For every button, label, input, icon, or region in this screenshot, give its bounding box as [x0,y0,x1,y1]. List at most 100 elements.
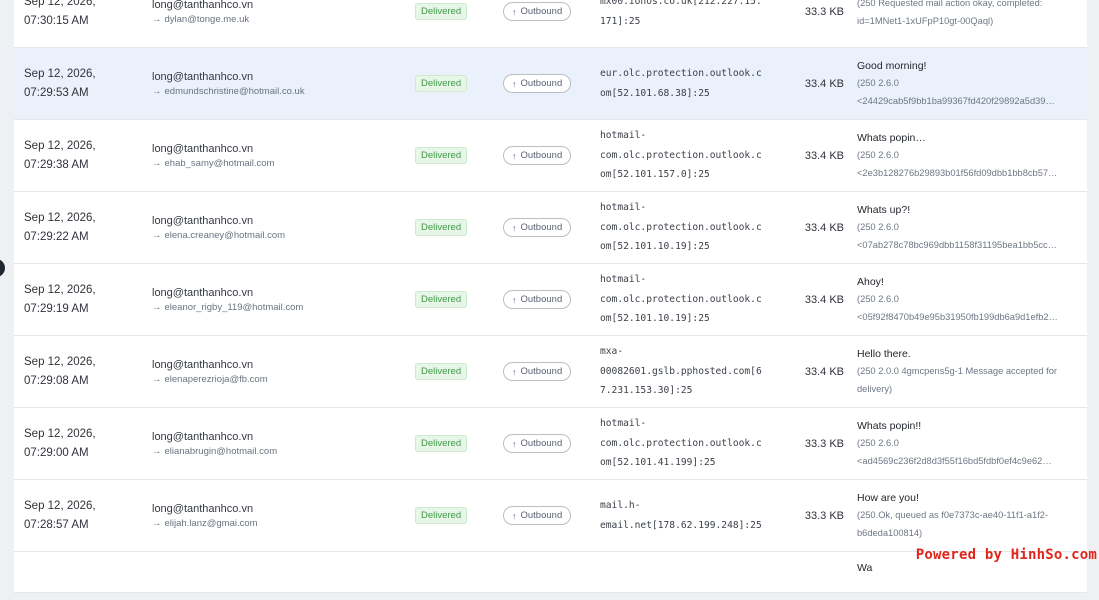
arrow-right-icon: → [152,301,162,313]
status-badge: Delivered [415,147,468,164]
smtp-response-line: (250 2.0.0 4gmcpens5g-1 Message accepted… [857,365,1058,376]
smtp-response-line: (250 2.6.0 [857,437,899,448]
sender-address: long@tanthanhco.vn [152,502,254,515]
date-line: Sep 12, 2026, [24,283,96,296]
table-row[interactable]: Sep 12, 2026, 07:29:53 AM long@tanthanhco… [14,48,1087,120]
message-subject: How are you! [857,491,919,504]
date-cell: Sep 12, 2026, 07:30:15 AM [24,0,142,47]
message-cell: Ahoy! (250 2.6.0 <05f92f8470b49e95b31950… [857,264,1079,335]
address-cell: long@tanthanhco.vn → edmundschristine@hot… [152,48,402,119]
mx-line: om[52.101.10.19]:25 [600,241,710,253]
address-cell: long@tanthanhco.vn → ehab_samy@hotmail.co… [152,120,402,191]
message-subject: Ahoy! [857,275,884,288]
table-row[interactable]: Sep 12, 2026, 07:29:22 AM long@tanthanhco… [14,192,1087,264]
arrow-right-icon: → [152,229,162,241]
mx-host-cell: eur.olc.protection.outlook.c om[52.101.68… [600,48,770,119]
direction-badge[interactable]: ↑ Outbound [503,146,572,165]
sender-address: long@tanthanhco.vn [152,70,254,83]
date-line: Sep 12, 2026, [24,427,96,440]
address-cell: long@tanthanhco.vn → eleanor_rigby_119@ho… [152,264,402,335]
message-size: 33.4 KB [804,365,844,378]
mx-host-cell: hotmail-com.olc.protection.outlook.c om[5… [600,192,770,263]
recipient-address: elena.creaney@hotmail.com [164,229,286,241]
size-cell: 33.4 KB [784,48,844,119]
direction-badge[interactable]: ↑ Outbound [503,506,572,525]
direction-cell: ↑ Outbound [503,336,588,407]
mx-host-cell: mx00.ionos.co.uk[212.227.15. 171]:25 [600,0,770,47]
direction-cell: ↑ Outbound [503,120,588,191]
message-cell: Good morning! (250 2.6.0 <24429cab5f9bb1… [857,48,1079,119]
message-size: 33.3 KB [804,509,844,522]
mx-line: hotmail- [600,418,647,430]
recipient-address: elenaperezrioja@fb.com [164,373,268,385]
date-line: Sep 12, 2026, [24,499,96,512]
table-row[interactable]: Sep 12, 2026, 07:29:19 AM long@tanthanhco… [14,264,1087,336]
mx-line: com.olc.protection.outlook.c [600,437,762,449]
mx-line: mail.h- [600,500,641,511]
table-row[interactable]: Sep 12, 2026, 07:29:38 AM long@tanthanhco… [14,120,1087,192]
status-cell: Delivered [415,480,495,551]
size-cell: 33.3 KB [784,408,844,479]
arrow-right-icon: → [152,373,162,385]
table-row[interactable]: Sep 12, 2026, 07:29:08 AM long@tanthanhco… [14,336,1087,408]
sender-address: long@tanthanhco.vn [152,214,254,227]
direction-cell: ↑ Outbound [503,264,588,335]
size-cell: 33.4 KB [784,264,844,335]
date-line: Sep 12, 2026, [24,139,96,152]
direction-badge[interactable]: ↑ Outbound [503,362,572,381]
status-badge: Delivered [415,219,468,236]
smtp-response-line: delivery) [857,383,893,394]
mx-line: hotmail- [600,202,647,214]
sender-address: long@tanthanhco.vn [152,358,254,371]
recipient-address: elianabrugin@hotmail.com [164,445,278,457]
message-size: 33.3 KB [804,437,844,450]
arrow-up-icon: ↑ [512,6,517,17]
table-row[interactable]: Sep 12, 2026, 07:28:57 AM long@tanthanhco… [14,480,1087,552]
arrow-up-icon: ↑ [512,150,517,161]
mx-line: com.olc.protection.outlook.c [600,149,762,161]
message-cell: Whats popin!! (250 2.6.0 <ad4569c236f2d8… [857,408,1079,479]
drawer-handle[interactable] [0,259,5,277]
recipient-address: eleanor_rigby_119@hotmail.com [164,301,304,313]
direction-badge[interactable]: ↑ Outbound [503,218,572,237]
time-line: 07:29:38 AM [24,158,89,171]
mx-line: om[52.101.41.199]:25 [600,457,716,469]
table-row[interactable]: Sep 12, 2026, 07:30:15 AM long@tanthanhco… [14,0,1087,48]
time-line: 07:29:08 AM [24,374,89,387]
direction-badge[interactable]: ↑ Outbound [503,290,572,309]
direction-badge[interactable]: ↑ Outbound [503,434,572,453]
date-line: Sep 12, 2026, [24,67,96,80]
arrow-right-icon: → [152,85,162,97]
smtp-response-line: (250 2.6.0 [857,221,899,232]
table-row[interactable]: Sep 12, 2026, 07:29:00 AM long@tanthanhco… [14,408,1087,480]
address-cell: long@tanthanhco.vn → dylan@tonge.me.uk [152,0,402,47]
status-cell: Delivered [415,336,495,407]
arrow-up-icon: ↑ [512,366,517,377]
mx-line: 00082601.gslb.pphosted.com[6 [600,365,762,377]
time-line: 07:29:53 AM [24,86,89,99]
time-line: 07:29:00 AM [24,446,89,459]
mx-line: eur.olc.protection.outlook.c [600,68,762,79]
status-badge: Delivered [415,435,468,452]
watermark: Powered by HinhSo.com [915,547,1097,563]
direction-label: Outbound [520,6,563,17]
smtp-response-line: <24429cab5f9bb1ba99367fd420f29892a5d39… [857,95,1055,106]
message-subject: Whats up?! [857,203,911,216]
message-subject: Whats popin!! [857,419,922,432]
smtp-response-line: (250 2.6.0 [857,149,899,160]
direction-badge[interactable]: ↑ Outbound [503,2,572,21]
message-subject: Good morning! [857,59,927,72]
time-line: 07:29:19 AM [24,302,89,315]
message-cell: How are you! (250.Ok, queued as f0e7373c… [857,480,1079,551]
direction-cell: ↑ Outbound [503,48,588,119]
mx-line: 7.231.153.30]:25 [600,385,693,397]
date-cell: Sep 12, 2026, 07:29:53 AM [24,48,142,119]
smtp-response-line: <2e3b128276b29893b01f56fd09dbb1bb8cb57… [857,167,1058,178]
address-cell: long@tanthanhco.vn → elijah.lanz@gmai.com [152,480,402,551]
arrow-up-icon: ↑ [512,294,517,305]
message-size: 33.4 KB [804,77,844,90]
time-line: 07:29:22 AM [24,230,89,243]
direction-badge[interactable]: ↑ Outbound [503,74,572,93]
arrow-up-icon: ↑ [512,78,517,89]
direction-cell: ↑ Outbound [503,192,588,263]
